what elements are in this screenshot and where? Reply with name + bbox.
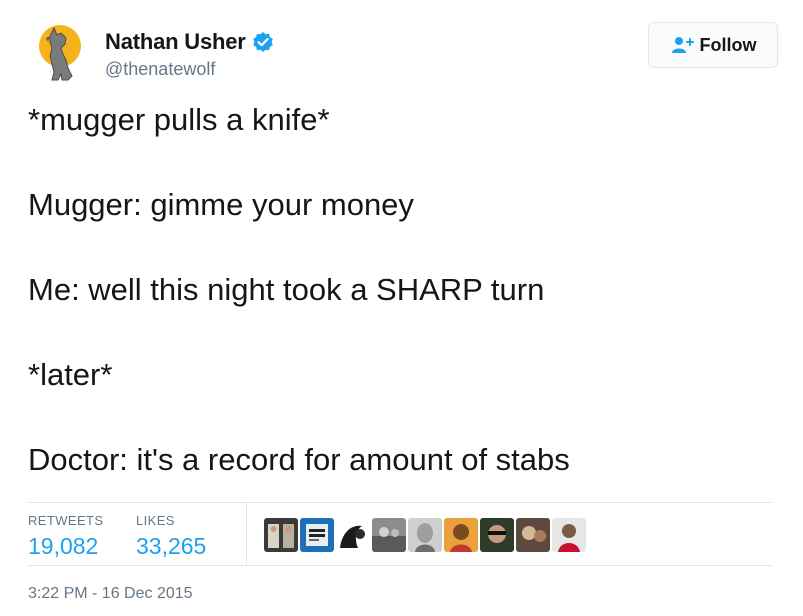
likes-label: LIKES: [136, 513, 175, 528]
user-handle[interactable]: @thenatewolf: [105, 56, 274, 82]
tweet-text: *mugger pulls a knife* Mugger: gimme you…: [28, 102, 778, 478]
retweets-count: 19,082: [28, 533, 99, 559]
add-user-icon: [670, 35, 694, 55]
tweet-line: *later*: [28, 357, 113, 392]
liker-avatar-8[interactable]: [516, 518, 550, 552]
retweets-label: RETWEETS: [28, 513, 104, 528]
liker-avatar-7[interactable]: [480, 518, 514, 552]
tweet-stats: RETWEETS 19,082 LIKES 33,265: [28, 502, 773, 566]
likes-stat[interactable]: LIKES 33,265: [136, 513, 206, 560]
tweet-line: Me: well this night took a SHARP turn: [28, 272, 545, 307]
liker-avatar-9[interactable]: [552, 518, 586, 552]
wolf-avatar[interactable]: [28, 20, 92, 84]
liker-avatar-6[interactable]: [444, 518, 478, 552]
display-name-row: Nathan Usher: [105, 28, 274, 56]
tweet-line: Mugger: gimme your money: [28, 187, 414, 222]
liker-avatar-3[interactable]: [336, 518, 370, 552]
verified-badge-icon: [252, 31, 274, 53]
liker-avatar-1[interactable]: [264, 518, 298, 552]
likes-count: 33,265: [136, 533, 207, 559]
user-info: Nathan Usher @thenatewolf: [105, 28, 274, 82]
liker-avatar-5[interactable]: [408, 518, 442, 552]
display-name[interactable]: Nathan Usher: [105, 28, 246, 56]
tweet-header: Nathan Usher @thenatewolf Follow: [28, 18, 778, 88]
tweet-line: Doctor: it's a record for amount of stab…: [28, 442, 570, 477]
follow-label: Follow: [699, 34, 757, 55]
follow-button[interactable]: Follow: [648, 22, 778, 68]
liker-avatars: [264, 518, 586, 552]
tweet-line: *mugger pulls a knife*: [28, 102, 330, 137]
liker-avatar-2[interactable]: [300, 518, 334, 552]
stats-divider: [246, 503, 247, 565]
retweets-stat[interactable]: RETWEETS 19,082: [28, 513, 103, 560]
tweet-timestamp[interactable]: 3:22 PM - 16 Dec 2015: [28, 583, 193, 605]
liker-avatar-4[interactable]: [372, 518, 406, 552]
